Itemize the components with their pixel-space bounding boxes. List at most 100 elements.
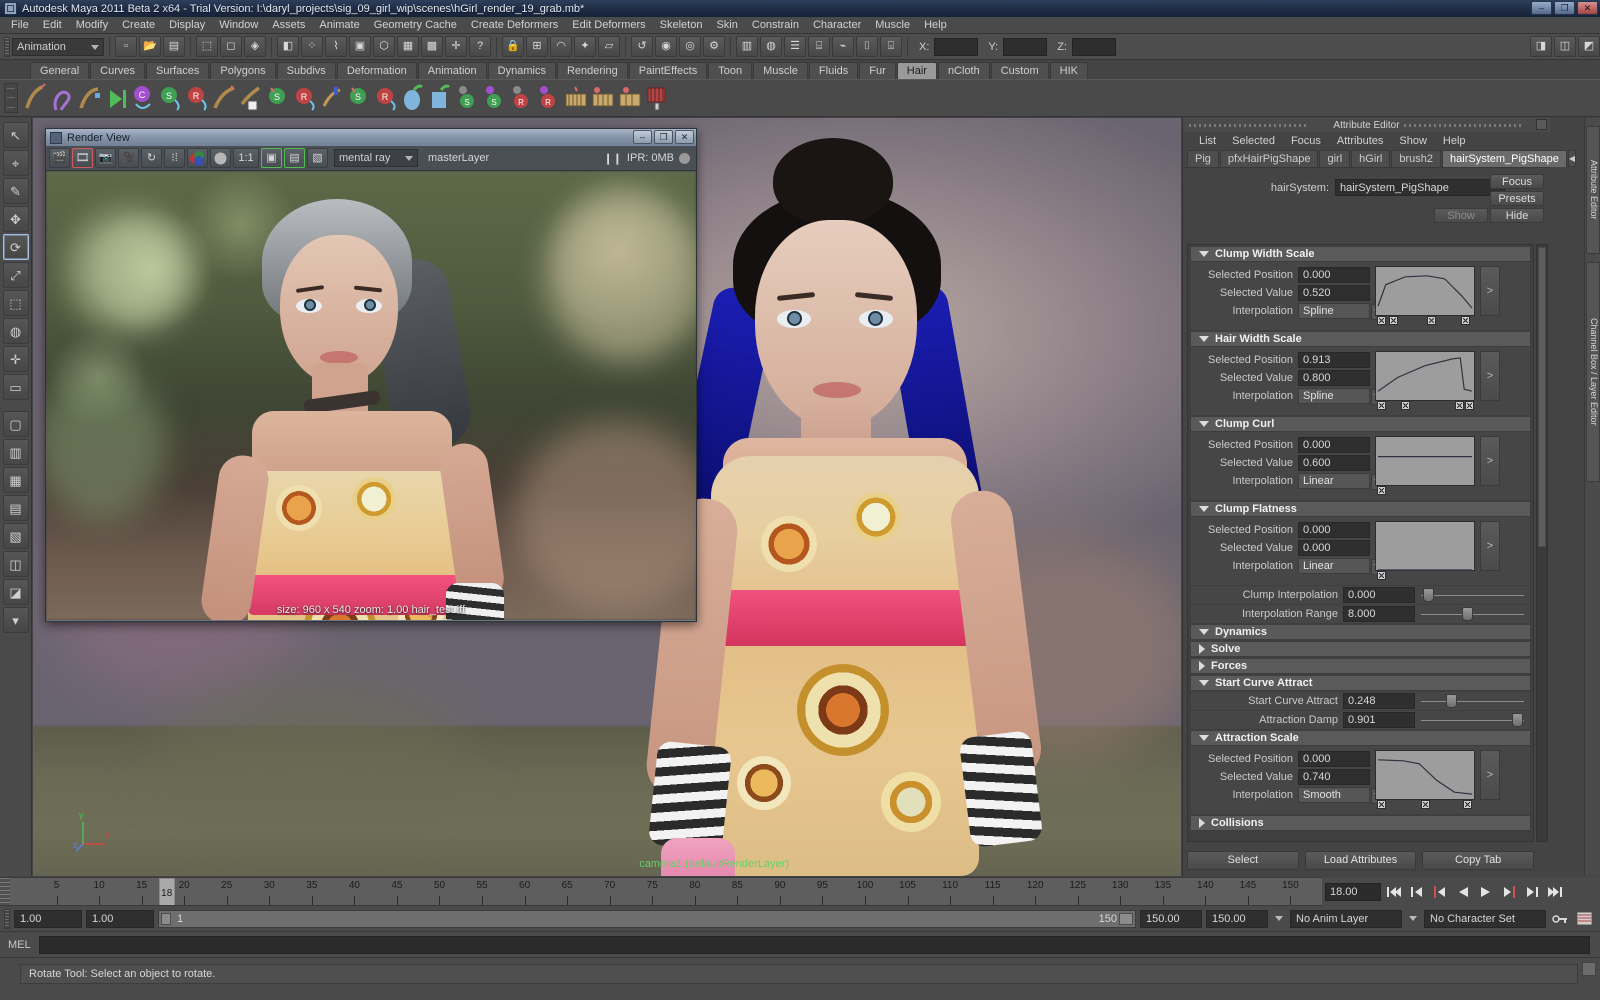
shelf-icon-play-simulation[interactable] bbox=[104, 82, 130, 114]
render-view-window-controls[interactable]: – ❐ ✕ bbox=[633, 130, 694, 144]
playback-options-chevron-down-icon[interactable] bbox=[1272, 910, 1286, 928]
node-name-input[interactable]: hairSystem_PigShape bbox=[1335, 179, 1505, 196]
clump-width-scale-selected-position-input[interactable]: 0.000 bbox=[1298, 267, 1370, 283]
ramp-key[interactable] bbox=[1463, 800, 1472, 809]
time-slider[interactable]: 5101520253035404550556065707580859095100… bbox=[0, 877, 1322, 906]
anim-start-field[interactable]: 1.00 bbox=[86, 910, 154, 928]
shelf-icon-bar[interactable]: C S R S R S R S S R R bbox=[0, 79, 1600, 117]
anim-layer-chevron-down-icon[interactable] bbox=[1406, 910, 1420, 928]
render-view-close-button[interactable]: ✕ bbox=[675, 130, 694, 144]
ae-menu-item-help[interactable]: Help bbox=[1435, 134, 1474, 148]
shelf-tab-fluids[interactable]: Fluids bbox=[809, 62, 858, 79]
ramp-key-strip[interactable] bbox=[1375, 800, 1475, 810]
section-header-solve[interactable]: Solve bbox=[1191, 642, 1530, 657]
snap-grid-icon[interactable]: ⊞ bbox=[526, 36, 548, 57]
clump-interpolation-input[interactable]: 0.000 bbox=[1343, 587, 1415, 603]
select-faces-icon[interactable]: ▣ bbox=[349, 36, 371, 57]
snap-view-plane-icon[interactable]: ▱ bbox=[598, 36, 620, 57]
clump-flatness-interpolation-dropdown[interactable]: Linear bbox=[1298, 558, 1370, 574]
play-backwards-icon[interactable] bbox=[1453, 882, 1473, 902]
section-header-attraction-scale[interactable]: Attraction Scale bbox=[1191, 731, 1530, 746]
x-input[interactable] bbox=[934, 38, 978, 56]
snapshot-icon[interactable]: 📷 bbox=[95, 148, 116, 168]
hair-width-scale-interpolation-dropdown[interactable]: Spline bbox=[1298, 388, 1370, 404]
ae-tab-hgirl[interactable]: hGirl bbox=[1351, 150, 1390, 167]
construction-history-icon[interactable]: ↺ bbox=[631, 36, 653, 57]
shelf-icon-curl-small-r[interactable]: R bbox=[536, 82, 562, 114]
ramp-expand-button[interactable]: > bbox=[1480, 436, 1500, 486]
shelf-tab-animation[interactable]: Animation bbox=[418, 62, 487, 79]
select-by-hierarchy-icon[interactable]: ⬚ bbox=[196, 36, 218, 57]
ramp-key[interactable] bbox=[1377, 486, 1386, 495]
render-view-maximize-button[interactable]: ❐ bbox=[654, 130, 673, 144]
ramp-key-strip[interactable] bbox=[1375, 316, 1475, 326]
hypershade-icon[interactable]: ◍ bbox=[760, 36, 782, 57]
slider-row-start-curve-attract[interactable]: Start Curve Attract0.248 bbox=[1191, 692, 1530, 710]
ramp-control[interactable]: Selected Position0.000Selected Value0.00… bbox=[1191, 517, 1530, 585]
shelf-icon-rotate-hair-tool[interactable]: R bbox=[293, 82, 319, 114]
shelf-icon-rotate-r[interactable]: R bbox=[185, 82, 211, 114]
start-curve-attract-slider-handle[interactable] bbox=[1446, 694, 1457, 708]
render-view-image[interactable]: size: 960 x 540 zoom: 1.00 hair_test.iff bbox=[46, 171, 696, 620]
attraction-scale-selected-value-input[interactable]: 0.740 bbox=[1298, 769, 1370, 785]
ramp-key[interactable] bbox=[1389, 316, 1398, 325]
save-scene-button[interactable]: ▤ bbox=[163, 36, 185, 57]
slider-row-attraction-damp[interactable]: Attraction Damp0.901 bbox=[1191, 711, 1530, 729]
menu-item-assets[interactable]: Assets bbox=[265, 18, 312, 32]
rotate-tool-icon[interactable]: ⟳ bbox=[3, 234, 29, 260]
status-line-toolbar[interactable]: Animation ▫ 📂 ▤ ⬚ ◻ ◈ ◧ ⁘ ⌇ ▣ ⬡ ▦ ▩ ✛ ? … bbox=[0, 34, 1600, 60]
ramp-expand-button[interactable]: > bbox=[1480, 750, 1500, 800]
menu-item-animate[interactable]: Animate bbox=[312, 18, 366, 32]
shelf-icon-scale-s[interactable]: S bbox=[158, 82, 184, 114]
playback-end-field[interactable]: 150.00 bbox=[1140, 910, 1202, 928]
ae-menu-item-attributes[interactable]: Attributes bbox=[1329, 134, 1391, 148]
graph-editor-icon[interactable]: ⌁ bbox=[832, 36, 854, 57]
layout-expand-icon[interactable]: ▾ bbox=[3, 607, 29, 633]
menu-item-skin[interactable]: Skin bbox=[709, 18, 744, 32]
shelf-icon-paint-hair-follicles[interactable] bbox=[23, 82, 49, 114]
clump-curl-interpolation-dropdown[interactable]: Linear bbox=[1298, 473, 1370, 489]
display-real-size-icon[interactable]: ▣ bbox=[261, 148, 282, 168]
maximize-button[interactable]: ❐ bbox=[1554, 1, 1575, 15]
shelf-icon-make-collide-cube[interactable] bbox=[428, 82, 454, 114]
section-header-collisions[interactable]: Collisions bbox=[1191, 816, 1530, 831]
animation-preferences-icon[interactable] bbox=[1574, 909, 1594, 929]
shelf-icon-assign-hair[interactable] bbox=[239, 82, 265, 114]
tool-box[interactable]: ↖ ⌖ ✎ ✥ ⟳ ⤢ ⬚ ◍ ✛ ▭ ▢ ▥ ▦ ▤ ▧ ◫ ◪ ▾ bbox=[0, 118, 32, 876]
menu-set-selector[interactable]: Animation bbox=[12, 38, 104, 56]
shelf-tab-ncloth[interactable]: nCloth bbox=[938, 62, 990, 79]
shelf-icon-clump-c[interactable]: C bbox=[131, 82, 157, 114]
shelf-tab-custom[interactable]: Custom bbox=[991, 62, 1049, 79]
ramp-key-strip[interactable] bbox=[1375, 401, 1475, 411]
current-time-indicator[interactable]: 18 bbox=[159, 878, 175, 906]
select-uvs-icon[interactable]: ▦ bbox=[397, 36, 419, 57]
shelf-icon-cache-append[interactable] bbox=[590, 82, 616, 114]
playback-controls[interactable]: 18.00 bbox=[1322, 877, 1600, 906]
shelf-options-grip[interactable] bbox=[4, 83, 18, 113]
rgb-channel-icon[interactable] bbox=[187, 148, 208, 168]
renderer-selector[interactable]: mental ray bbox=[334, 149, 418, 167]
help-icon[interactable]: ? bbox=[469, 36, 491, 57]
select-by-component-icon[interactable]: ◈ bbox=[244, 36, 266, 57]
attribute-editor-footer[interactable]: Select Load Attributes Copy Tab bbox=[1187, 848, 1534, 872]
section-header-clump-width-scale[interactable]: Clump Width Scale bbox=[1191, 247, 1530, 262]
ramp-key[interactable] bbox=[1427, 316, 1436, 325]
shelf-tab-hair[interactable]: Hair bbox=[897, 62, 937, 79]
new-scene-button[interactable]: ▫ bbox=[115, 36, 137, 57]
keep-image-icon[interactable]: ▤ bbox=[284, 148, 305, 168]
render-view-window[interactable]: Render View – ❐ ✕ 🎬 🎞 📷 🎥 ↻ ⁝⁞ 1:1 ▣ ▤ ▧ bbox=[45, 128, 697, 622]
shelf-icon-cache-delete[interactable] bbox=[644, 82, 670, 114]
render-current-frame-icon[interactable]: ◉ bbox=[655, 36, 677, 57]
minimize-button[interactable]: – bbox=[1531, 1, 1552, 15]
time-slider-grip[interactable] bbox=[0, 878, 10, 906]
select-tool-icon[interactable]: ↖ bbox=[3, 122, 29, 148]
scrollbar-thumb[interactable] bbox=[1538, 247, 1546, 547]
current-time-field[interactable]: 18.00 bbox=[1325, 883, 1381, 901]
menu-item-display[interactable]: Display bbox=[162, 18, 212, 32]
shelf-tab-general[interactable]: General bbox=[30, 62, 89, 79]
auto-key-icon[interactable] bbox=[1550, 909, 1570, 929]
shelf-icon-scale-hair-tool[interactable]: S bbox=[266, 82, 292, 114]
shelf-icon-scale-clump[interactable]: S bbox=[347, 82, 373, 114]
ramp-expand-button[interactable]: > bbox=[1480, 351, 1500, 401]
shelf-tab-muscle[interactable]: Muscle bbox=[753, 62, 808, 79]
